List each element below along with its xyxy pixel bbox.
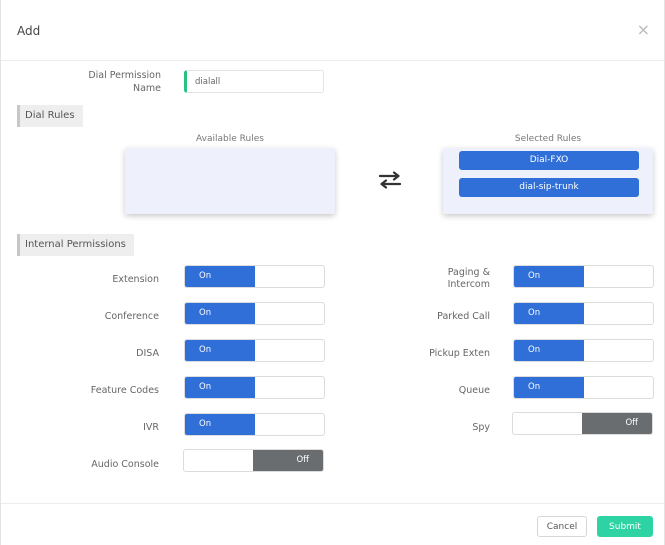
extension-toggle-state: On — [185, 266, 255, 287]
queue-toggle[interactable]: On — [513, 376, 654, 399]
conference-label: Conference — [104, 311, 159, 322]
dial-rules-section-tag: Dial Rules — [17, 105, 83, 127]
feature-codes-toggle[interactable]: On — [184, 376, 325, 399]
selected-rule-item[interactable]: dial-sip-trunk — [459, 178, 639, 197]
ivr-toggle[interactable]: On — [184, 413, 325, 436]
ivr-toggle-state: On — [185, 414, 255, 435]
dialog-header: Add × — [1, 0, 664, 61]
spy-toggle[interactable]: Off — [512, 412, 653, 435]
pickup-exten-label: Pickup Exten — [429, 348, 490, 359]
dial-permission-label-line1: Dial Permission — [88, 70, 161, 81]
add-dialog: Add × Dial Permission Name Dial Rules Av… — [0, 0, 665, 545]
parked-call-label: Parked Call — [437, 311, 490, 322]
paging-intercom-label-line2: Intercom — [447, 279, 490, 290]
conference-toggle-state: On — [185, 303, 255, 324]
feature-codes-toggle-state: On — [185, 377, 255, 398]
disa-label: DISA — [136, 348, 159, 359]
pickup-exten-toggle-state: On — [514, 340, 584, 361]
extension-toggle[interactable]: On — [184, 265, 325, 288]
disa-toggle[interactable]: On — [184, 339, 325, 362]
submit-button[interactable]: Submit — [597, 516, 653, 537]
selected-rules-list: Dial-FXO dial-sip-trunk — [443, 148, 653, 214]
selected-rules-label: Selected Rules — [514, 134, 582, 144]
audio-console-toggle-state: Off — [253, 450, 323, 471]
audio-console-toggle[interactable]: Off — [183, 449, 324, 472]
spy-label: Spy — [472, 422, 490, 433]
cancel-button[interactable]: Cancel — [537, 516, 587, 537]
dial-permission-label-line2: Name — [132, 83, 161, 94]
pickup-exten-toggle[interactable]: On — [513, 339, 654, 362]
footer-divider — [1, 503, 664, 504]
spy-toggle-state: Off — [582, 413, 652, 434]
close-icon[interactable]: × — [637, 22, 650, 38]
parked-call-toggle[interactable]: On — [513, 302, 654, 325]
paging-intercom-toggle[interactable]: On — [513, 265, 654, 288]
disa-toggle-state: On — [185, 340, 255, 361]
available-rules-label: Available Rules — [196, 134, 264, 144]
ivr-label: IVR — [143, 422, 159, 433]
available-rules-list[interactable] — [125, 148, 335, 214]
internal-permissions-section-tag: Internal Permissions — [17, 234, 134, 256]
paging-intercom-label-line1: Paging & — [447, 267, 490, 278]
selected-rule-item[interactable]: Dial-FXO — [459, 151, 639, 170]
paging-intercom-toggle-state: On — [514, 266, 584, 287]
dial-permission-name-label: Dial Permission Name — [71, 69, 161, 95]
transfer-arrows-icon[interactable] — [377, 170, 403, 190]
paging-intercom-label: Paging & Intercom — [381, 267, 490, 291]
queue-label: Queue — [458, 385, 490, 396]
dialog-title: Add — [17, 24, 41, 38]
parked-call-toggle-state: On — [514, 303, 584, 324]
extension-label: Extension — [112, 274, 159, 285]
dial-permission-name-input[interactable] — [184, 70, 324, 93]
feature-codes-label: Feature Codes — [90, 385, 159, 396]
audio-console-label: Audio Console — [91, 459, 159, 470]
conference-toggle[interactable]: On — [184, 302, 325, 325]
queue-toggle-state: On — [514, 377, 584, 398]
